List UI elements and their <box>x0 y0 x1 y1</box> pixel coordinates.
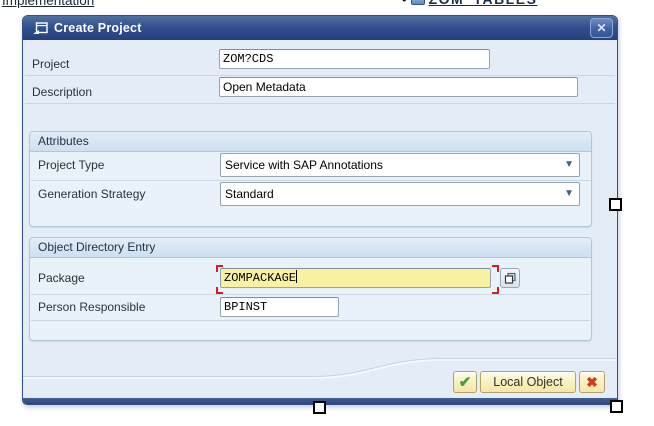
description-label: Description <box>32 85 92 99</box>
table-icon <box>411 0 425 5</box>
generation-strategy-dropdown[interactable]: Standard ▼ <box>220 182 580 206</box>
description-input[interactable]: Open Metadata <box>219 77 578 97</box>
selection-handle-bottom[interactable] <box>313 401 326 414</box>
focus-corner-top-left <box>216 265 223 272</box>
background-app-strip: Implementation • ZOM_TABLES <box>0 0 654 15</box>
create-project-dialog: Create Project ✕ Project ZOM?CDS Descrip… <box>22 15 618 405</box>
attributes-group: Attributes Project Type Service with SAP… <box>29 131 592 227</box>
dialog-titlebar[interactable]: Create Project ✕ <box>23 16 617 40</box>
object-directory-group-header: Object Directory Entry <box>30 238 591 258</box>
focus-corner-top-right <box>492 265 499 272</box>
row-divider <box>31 320 590 321</box>
row-divider <box>31 180 590 181</box>
generation-strategy-label: Generation Strategy <box>38 187 145 201</box>
value-help-button[interactable] <box>500 268 520 288</box>
project-type-dropdown[interactable]: Service with SAP Annotations ▼ <box>220 153 580 177</box>
confirm-button[interactable]: ✔ <box>453 371 477 393</box>
selection-handle-right[interactable] <box>609 198 622 211</box>
person-responsible-label: Person Responsible <box>38 300 145 314</box>
package-value: ZOMPACKAGE <box>224 271 296 285</box>
background-tree-item-implementation: Implementation <box>2 0 94 8</box>
project-type-label: Project Type <box>38 158 104 172</box>
background-tree-item-zom-tables: • ZOM_TABLES <box>402 0 537 7</box>
object-directory-group: Object Directory Entry Package ZOMPACKAG… <box>29 237 592 341</box>
focus-corner-bottom-right <box>492 287 499 294</box>
package-label: Package <box>38 271 85 285</box>
row-divider <box>31 294 590 295</box>
dialog-title: Create Project <box>54 21 142 35</box>
package-input[interactable]: ZOMPACKAGE <box>220 268 491 288</box>
person-responsible-input[interactable]: BPINST <box>220 297 339 317</box>
cancel-x-icon: ✖ <box>586 374 598 391</box>
background-tree-item-label: ZOM_TABLES <box>429 0 538 7</box>
selection-handle-bottom-right[interactable] <box>610 400 623 413</box>
project-type-value: Service with SAP Annotations <box>225 158 383 172</box>
cancel-button[interactable]: ✖ <box>579 371 605 393</box>
generation-strategy-value: Standard <box>225 187 274 201</box>
bullet-icon: • <box>402 0 407 7</box>
local-object-label: Local Object <box>493 375 562 389</box>
focus-corner-bottom-left <box>216 287 223 294</box>
row-divider <box>25 103 615 104</box>
local-object-button[interactable]: Local Object <box>480 371 576 393</box>
chevron-down-icon: ▼ <box>564 154 574 176</box>
row-divider <box>25 75 615 76</box>
modal-dialog-icon <box>32 22 48 35</box>
check-icon: ✔ <box>459 373 472 391</box>
project-label: Project <box>32 57 69 71</box>
chevron-down-icon: ▼ <box>564 183 574 205</box>
project-input[interactable]: ZOM?CDS <box>219 49 490 69</box>
value-help-icon <box>504 272 517 285</box>
close-button[interactable]: ✕ <box>590 18 613 38</box>
text-cursor <box>296 270 297 283</box>
attributes-group-header: Attributes <box>30 132 591 152</box>
